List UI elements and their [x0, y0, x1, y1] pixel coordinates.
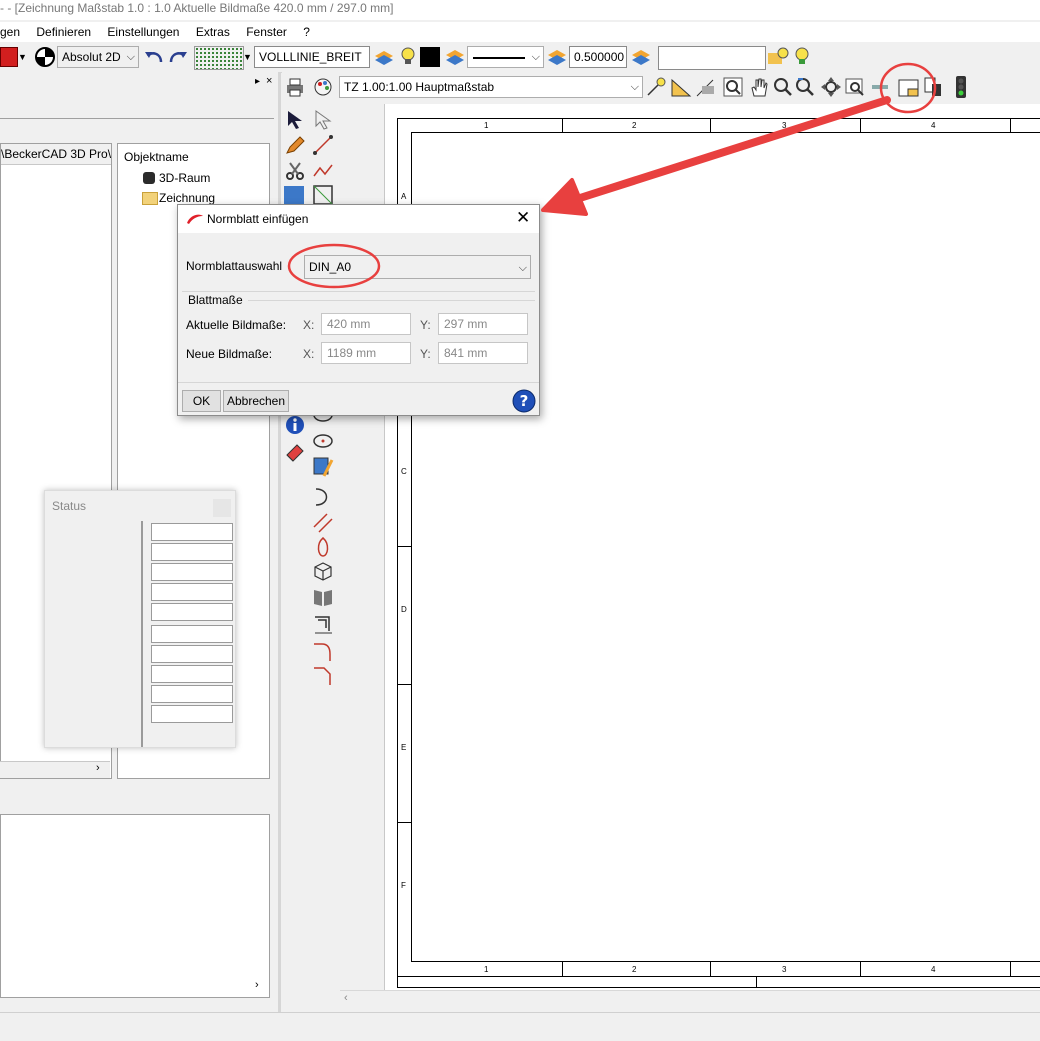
- annotation-circle-select: [287, 243, 381, 289]
- annotation-overlay: [287, 62, 937, 289]
- bottom-status-bar: [0, 1012, 1040, 1041]
- annotation-circle-toolbar: [879, 62, 937, 114]
- annotation-arrow-head: [541, 178, 588, 216]
- annotation-arrow-shaft: [576, 96, 891, 202]
